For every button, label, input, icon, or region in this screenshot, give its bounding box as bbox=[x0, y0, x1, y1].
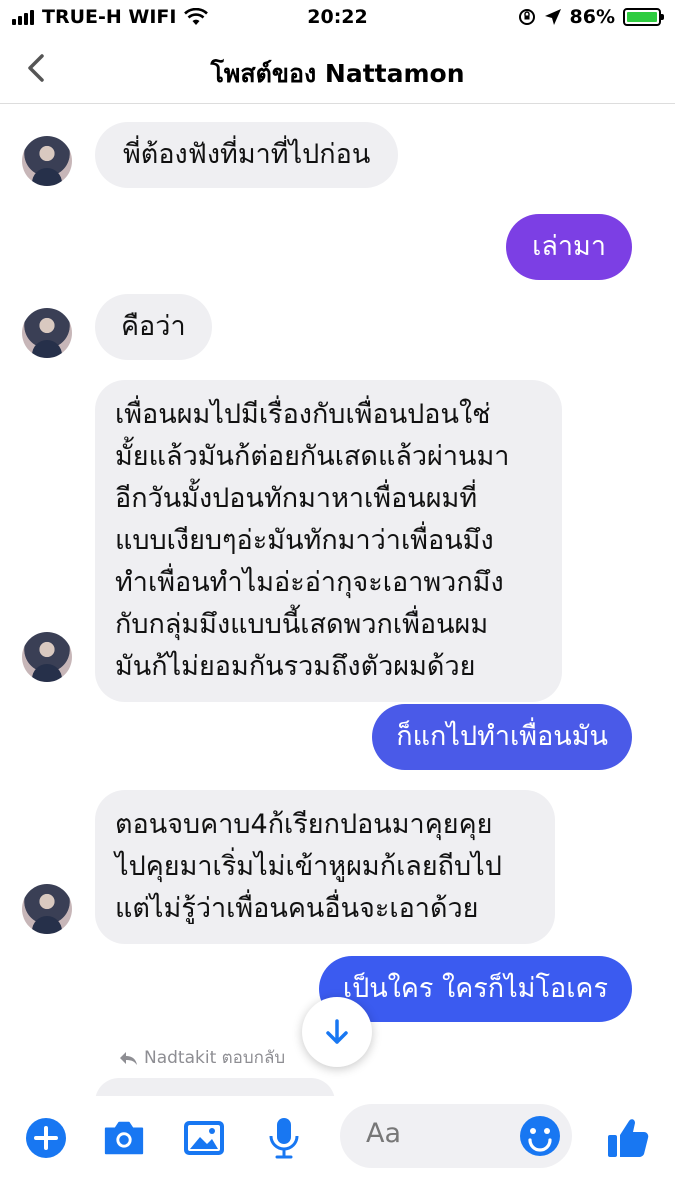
message-bubble: ก็แกไปทำเพื่อนมัน bbox=[372, 704, 632, 770]
message-bubble: เพื่อนผมไปมีเรื่องกับเพื่อนปอนใช่ มั้ยแล… bbox=[95, 380, 562, 702]
reply-icon bbox=[120, 1051, 137, 1065]
status-bar: TRUE-H WIFI 20:22 86% bbox=[0, 0, 675, 36]
camera-button[interactable] bbox=[102, 1116, 146, 1160]
arrow-down-icon bbox=[326, 1019, 348, 1044]
image-icon bbox=[184, 1121, 224, 1155]
message-input[interactable]: Aa bbox=[340, 1104, 572, 1168]
avatar[interactable] bbox=[22, 884, 72, 934]
like-button[interactable] bbox=[604, 1116, 652, 1160]
plus-circle-icon bbox=[26, 1118, 66, 1158]
message-input-placeholder: Aa bbox=[366, 1118, 402, 1149]
composer-bar: Aa bbox=[0, 1096, 675, 1200]
page-title: โพสต์ของ Nattamon bbox=[210, 59, 465, 88]
message-bubble: คือว่า bbox=[95, 294, 212, 360]
message-bubble: เล่ามา bbox=[506, 214, 632, 280]
emoji-icon[interactable] bbox=[518, 1114, 562, 1158]
message-bubble: พี่ต้องฟังที่มาที่ไปก่อน bbox=[95, 122, 399, 188]
gallery-button[interactable] bbox=[182, 1116, 226, 1160]
scroll-to-bottom-button[interactable] bbox=[302, 997, 372, 1067]
battery-percent: 86% bbox=[569, 6, 615, 28]
conversation-header: โพสต์ของ Nattamon bbox=[0, 36, 675, 104]
battery-icon bbox=[623, 8, 664, 26]
add-button[interactable] bbox=[24, 1116, 68, 1160]
avatar[interactable] bbox=[22, 632, 72, 682]
voice-button[interactable] bbox=[262, 1116, 306, 1160]
camera-icon bbox=[104, 1121, 144, 1155]
avatar[interactable] bbox=[22, 136, 72, 186]
microphone-icon bbox=[269, 1118, 299, 1159]
location-icon bbox=[544, 9, 561, 25]
reply-indicator: Nadtakit ตอบกลับ bbox=[118, 1044, 285, 1071]
message-bubble: ตอนจบคาบ4ก้เรียกปอนมาคุยคุย ไปคุยมาเริ่ม… bbox=[95, 790, 555, 944]
thumbs-up-icon bbox=[608, 1119, 649, 1157]
rotation-lock-icon bbox=[518, 9, 535, 25]
avatar[interactable] bbox=[22, 308, 72, 358]
